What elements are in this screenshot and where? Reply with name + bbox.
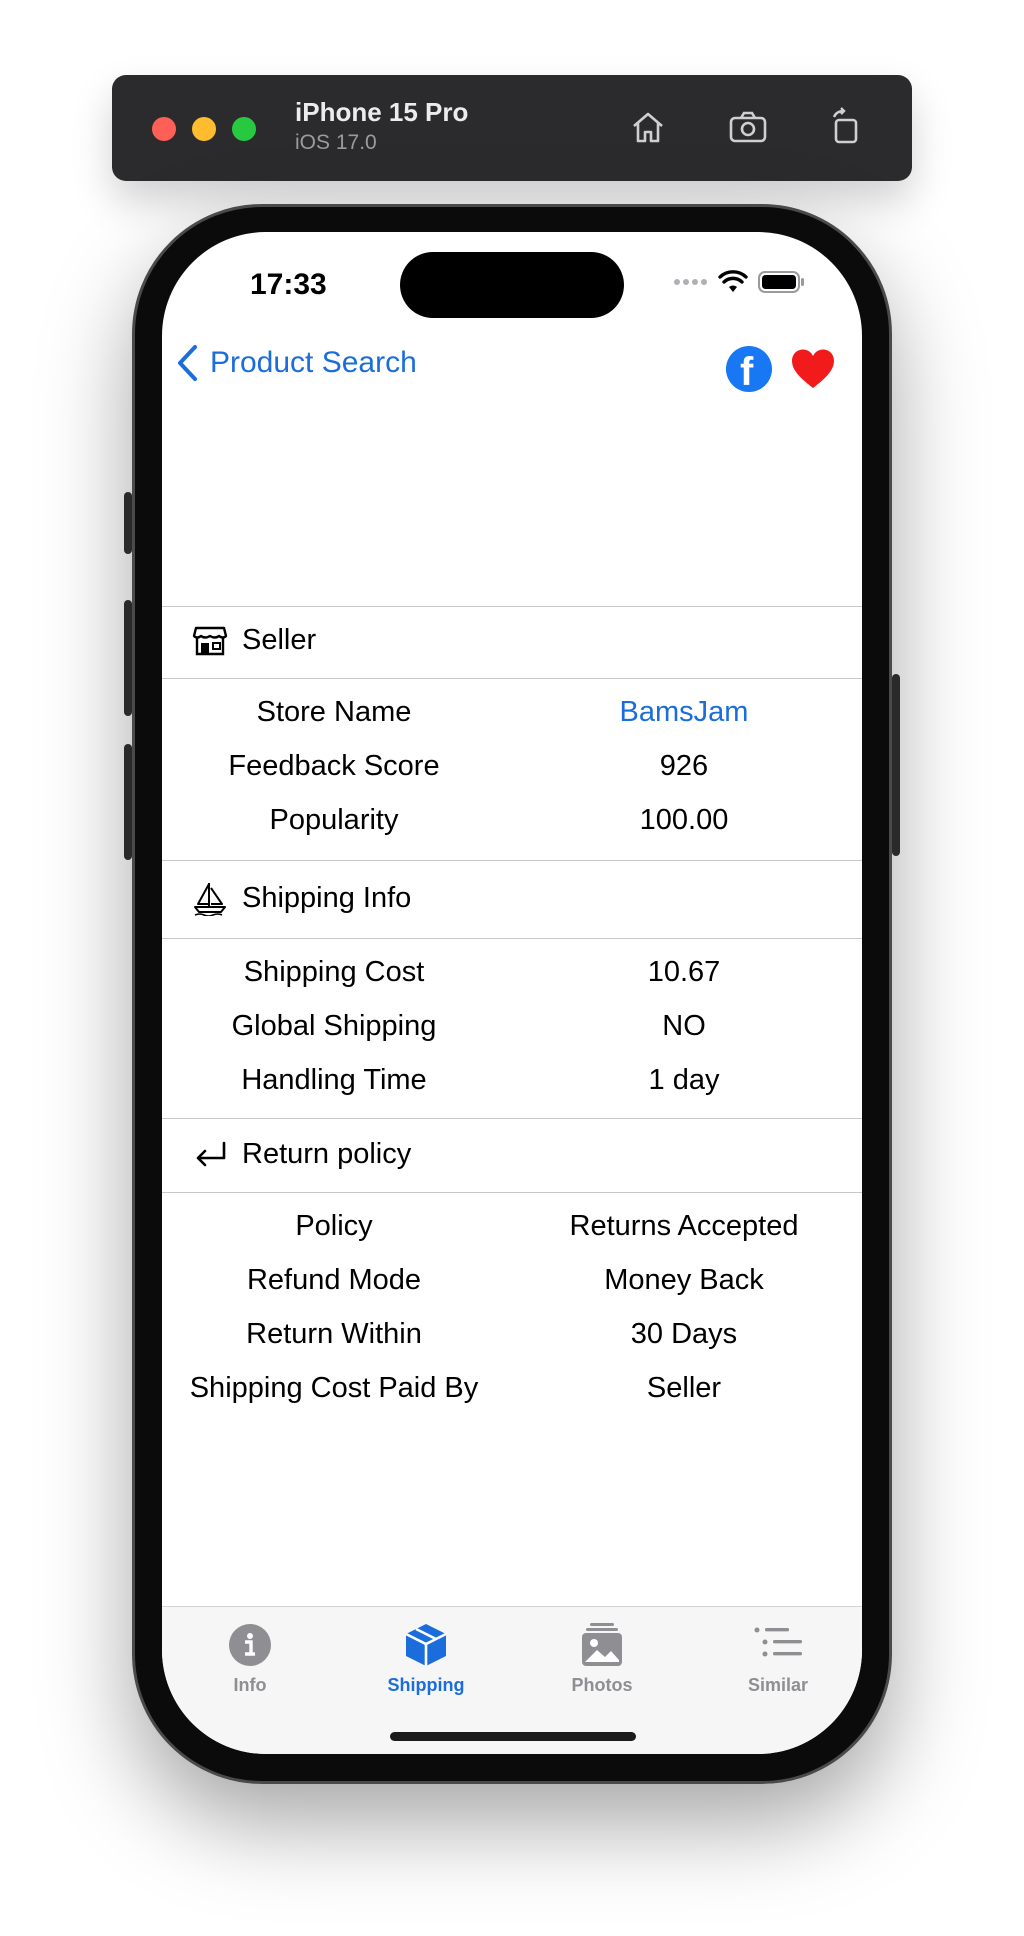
- global-shipping-row: Global Shipping NO: [162, 1010, 862, 1064]
- nav-actions: f: [726, 346, 836, 394]
- tab-label: Similar: [747, 1675, 809, 1695]
- return-policy-section-header: Return policy: [192, 1136, 411, 1172]
- photos-icon: [582, 1623, 622, 1666]
- row-value: NO: [662, 1010, 706, 1042]
- home-indicator: [390, 1732, 636, 1741]
- row-value: Seller: [646, 1372, 722, 1404]
- back-label: Product Search: [210, 346, 417, 379]
- close-window-button[interactable]: [152, 117, 176, 141]
- box-icon: [405, 1624, 447, 1666]
- popularity-row: Popularity 100.00: [162, 804, 862, 858]
- volume-up-button: [124, 600, 132, 716]
- status-time: 17:33: [250, 268, 327, 301]
- seller-section-header: Seller: [192, 622, 316, 658]
- device-name: iPhone 15 Pro: [295, 97, 469, 127]
- os-version: iOS 17.0: [295, 131, 377, 154]
- chevron-left-icon: [178, 345, 197, 381]
- row-value: 30 Days: [630, 1318, 738, 1350]
- store-name-row: Store Name BamsJam: [162, 696, 862, 750]
- row-key: Popularity: [269, 804, 399, 836]
- facebook-icon[interactable]: f: [726, 346, 772, 394]
- row-key: Return Within: [246, 1318, 422, 1350]
- store-icon: [192, 626, 228, 656]
- handling-time-row: Handling Time 1 day: [162, 1064, 862, 1118]
- zoom-window-button[interactable]: [232, 117, 256, 141]
- phone-screen: 17:33 Product Search f Seller Store Name…: [162, 232, 862, 1754]
- return-within-row: Return Within 30 Days: [162, 1318, 862, 1372]
- row-value: Returns Accepted: [569, 1210, 799, 1242]
- policy-row: Policy Returns Accepted: [162, 1210, 862, 1264]
- seller-title: Seller: [242, 623, 317, 656]
- row-key: Global Shipping: [231, 1010, 437, 1042]
- battery-icon: [758, 271, 804, 293]
- tab-info[interactable]: Info: [180, 1617, 320, 1696]
- row-key: Shipping Cost Paid By: [189, 1372, 479, 1404]
- tab-shipping[interactable]: Shipping: [356, 1617, 496, 1696]
- row-key: Policy: [295, 1210, 373, 1242]
- row-value: 10.67: [647, 956, 721, 988]
- heart-icon[interactable]: [790, 348, 836, 390]
- action-button: [124, 492, 132, 554]
- return-policy-title: Return policy: [242, 1137, 412, 1170]
- shipping-cost-paid-by-row: Shipping Cost Paid By Seller: [162, 1372, 862, 1426]
- shipping-cost-row: Shipping Cost 10.67: [162, 956, 862, 1010]
- dynamic-island: [400, 252, 624, 318]
- refund-mode-row: Refund Mode Money Back: [162, 1264, 862, 1318]
- screenshot-icon[interactable]: [726, 105, 770, 149]
- minimize-window-button[interactable]: [192, 117, 216, 141]
- tab-similar[interactable]: Similar: [708, 1617, 848, 1696]
- row-value: 926: [659, 750, 709, 782]
- status-indicators: [672, 270, 806, 294]
- tab-label: Photos: [571, 1675, 633, 1695]
- shipping-title: Shipping Info: [242, 881, 412, 914]
- tab-label: Info: [233, 1675, 267, 1695]
- cellular-icon: [674, 279, 707, 285]
- wifi-icon: [718, 270, 748, 292]
- row-key: Handling Time: [241, 1064, 427, 1096]
- volume-down-button: [124, 744, 132, 860]
- row-key: Shipping Cost: [243, 956, 425, 988]
- row-key: Store Name: [256, 696, 412, 728]
- back-button[interactable]: Product Search: [176, 344, 417, 382]
- row-key: Refund Mode: [246, 1264, 422, 1296]
- store-name-link[interactable]: BamsJam: [506, 696, 862, 729]
- info-icon: [229, 1624, 271, 1666]
- home-icon[interactable]: [626, 105, 670, 149]
- row-value: 1 day: [648, 1064, 720, 1096]
- power-button: [892, 674, 900, 856]
- tab-photos[interactable]: Photos: [532, 1617, 672, 1696]
- sailboat-icon: [194, 883, 226, 916]
- shipping-section-header: Shipping Info: [192, 880, 411, 916]
- list-icon: [754, 1627, 802, 1657]
- return-arrow-icon: [196, 1141, 226, 1167]
- row-key: Feedback Score: [228, 750, 440, 782]
- feedback-score-row: Feedback Score 926: [162, 750, 862, 804]
- tab-label: Shipping: [387, 1675, 465, 1695]
- simulator-toolbar: iPhone 15 Pro iOS 17.0: [112, 75, 912, 181]
- row-value: 100.00: [639, 804, 729, 836]
- row-value: Money Back: [604, 1264, 764, 1296]
- rotate-icon[interactable]: [824, 105, 868, 149]
